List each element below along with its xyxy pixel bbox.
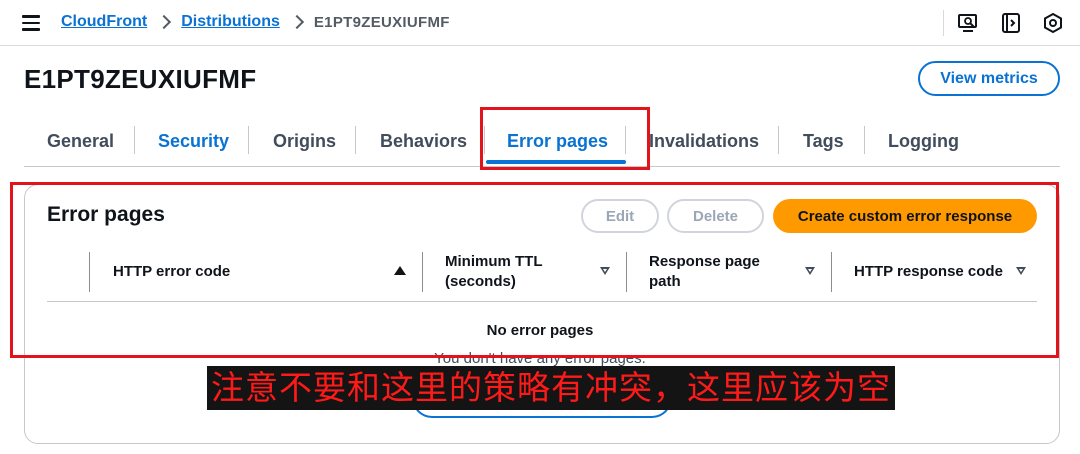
column-header-label: HTTP error code [113, 263, 231, 280]
tab-divider [778, 126, 779, 154]
column-header-label: (seconds) [445, 273, 516, 290]
column-header-http-response-code[interactable]: HTTP response code [854, 262, 1003, 282]
breadcrumb-current: E1PT9ZEUXIUFMF [313, 13, 450, 31]
sort-ascending-icon[interactable] [394, 266, 406, 275]
column-header-label: path [649, 273, 681, 290]
tab-divider [134, 126, 135, 154]
column-header-label: Minimum TTL [445, 253, 543, 270]
panel-code-icon[interactable] [1000, 12, 1022, 34]
cloudshell-hex-icon[interactable] [1042, 12, 1064, 34]
toolbar-divider [943, 10, 944, 36]
tab-security[interactable]: Security [158, 118, 229, 165]
sort-icon[interactable] [1016, 267, 1026, 275]
column-divider [89, 252, 90, 292]
view-metrics-button[interactable]: View metrics [918, 61, 1060, 96]
tab-bar: General Security Origins Behaviors Error… [24, 118, 1060, 167]
breadcrumb-cloudfront[interactable]: CloudFront [61, 13, 147, 31]
empty-state-title: No error pages [486, 322, 594, 339]
tab-general[interactable]: General [47, 118, 114, 165]
tab-error-pages[interactable]: Error pages [507, 118, 608, 165]
column-divider [831, 252, 832, 292]
chevron-right-icon [157, 14, 172, 30]
column-header-label: Response page [649, 253, 760, 270]
tab-invalidations[interactable]: Invalidations [649, 118, 759, 165]
sort-icon[interactable] [600, 267, 610, 275]
column-divider [626, 252, 627, 292]
active-tab-indicator [486, 160, 626, 164]
tab-divider [355, 126, 356, 154]
tab-divider [864, 126, 865, 154]
page-title: E1PT9ZEUXIUFMF [24, 64, 257, 94]
tab-tags[interactable]: Tags [803, 118, 844, 165]
sort-icon[interactable] [805, 267, 815, 275]
tab-origins[interactable]: Origins [273, 118, 336, 165]
breadcrumb: CloudFront Distributions E1PT9ZEUXIUFMF [61, 13, 450, 31]
menu-icon[interactable] [22, 15, 40, 31]
top-navigation-bar: CloudFront Distributions E1PT9ZEUXIUFMF [0, 0, 1080, 46]
column-header-label: HTTP response code [854, 263, 1003, 280]
tab-behaviors[interactable]: Behaviors [380, 118, 467, 165]
tab-divider [248, 126, 249, 154]
empty-state-subtitle: You don't have any error pages. [434, 350, 646, 367]
column-header-response-page-path[interactable]: Response page path [649, 252, 760, 292]
tab-divider [625, 126, 626, 154]
create-custom-error-response-button[interactable]: Create custom error response [773, 199, 1037, 233]
tab-logging[interactable]: Logging [888, 118, 959, 165]
column-divider [422, 252, 423, 292]
error-pages-heading: Error pages [47, 203, 165, 226]
column-header-minimum-ttl[interactable]: Minimum TTL (seconds) [445, 252, 543, 292]
table-header-separator [47, 301, 1037, 302]
column-header-http-error-code[interactable]: HTTP error code [113, 262, 230, 282]
tab-divider [484, 126, 485, 154]
annotation-caption: 注意不要和这里的策略有冲突，这里应该为空 [207, 366, 895, 410]
edit-button[interactable]: Edit [581, 199, 659, 233]
chevron-right-icon [289, 14, 304, 30]
breadcrumb-distributions[interactable]: Distributions [181, 13, 280, 31]
delete-button[interactable]: Delete [667, 199, 764, 233]
monitor-search-icon[interactable] [957, 12, 979, 34]
